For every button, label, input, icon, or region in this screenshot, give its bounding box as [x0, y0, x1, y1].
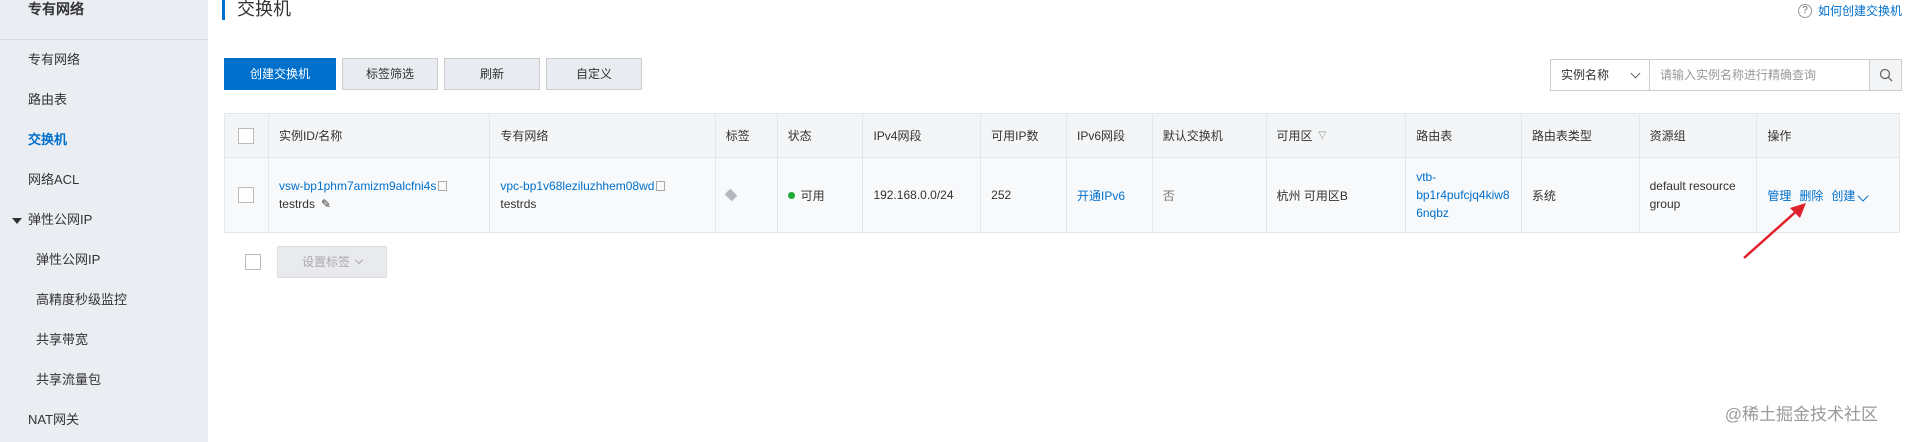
search-field-label: 实例名称: [1561, 68, 1610, 82]
column-header-label: 可用区: [1276, 129, 1313, 143]
sidebar-group-eip[interactable]: 弹性公网IP: [0, 200, 208, 240]
enable-ipv6-link[interactable]: 开通IPv6: [1077, 187, 1125, 204]
copy-icon[interactable]: [656, 181, 666, 192]
select-all-checkbox[interactable]: [238, 127, 255, 144]
row-checkbox[interactable]: [238, 187, 255, 203]
watermark: @稀土掘金技术社区: [1724, 405, 1878, 424]
ipv4-cidr: 192.168.0.0/24: [863, 158, 982, 232]
sidebar-group-label: 弹性公网IP: [28, 212, 93, 227]
instance-id-link[interactable]: vsw-bp1phm7amizm9alcfni4s: [279, 179, 436, 193]
edit-icon[interactable]: ✎: [321, 197, 331, 212]
tag-filter-button[interactable]: 标签筛选: [342, 58, 438, 90]
help-link[interactable]: ? 如何创建交换机: [1797, 2, 1902, 19]
available-ip-count: 252: [981, 158, 1067, 232]
chevron-down-icon: [354, 255, 364, 265]
column-header: 路由表: [1406, 114, 1522, 157]
copy-icon[interactable]: [438, 181, 448, 192]
zone-value: 杭州 可用区B: [1267, 158, 1407, 232]
column-header: 实例ID/名称: [269, 114, 491, 157]
vswitch-table: 实例ID/名称 专有网络 标签 状态 IPv4网段 可用IP数 IPv6网段 默…: [224, 113, 1900, 233]
help-link-label: 如何创建交换机: [1817, 4, 1902, 18]
sidebar-item-vswitch[interactable]: 交换机: [0, 120, 208, 160]
table-header: 实例ID/名称 专有网络 标签 状态 IPv4网段 可用IP数 IPv6网段 默…: [225, 114, 1899, 158]
column-header: 操作: [1767, 129, 1792, 143]
column-header: 专有网络: [490, 114, 716, 157]
status-dot-icon: [787, 191, 795, 199]
default-switch-value: 否: [1153, 158, 1267, 232]
status-text: 可用: [800, 188, 825, 203]
column-header: 默认交换机: [1153, 114, 1267, 157]
main-content: 交换机 ? 如何创建交换机 创建交换机 标签筛选 刷新 自定义 实例名称 请输入…: [208, 0, 1918, 442]
vpc-id-link[interactable]: vpc-bp1v68leziluzhhem08wd: [500, 179, 654, 193]
refresh-button[interactable]: 刷新: [444, 58, 540, 90]
column-header: 标签: [716, 114, 778, 157]
customize-button[interactable]: 自定义: [546, 58, 642, 90]
column-header: 资源组: [1640, 114, 1758, 157]
search-field-select[interactable]: 实例名称: [1550, 59, 1650, 91]
search-button[interactable]: [1870, 59, 1902, 91]
sidebar-item-network-acl[interactable]: 网络ACL: [0, 160, 208, 200]
column-header: 状态: [778, 114, 864, 157]
route-table-link[interactable]: vtb- bp1r4pufcjq4kiw8 6nqbz: [1416, 170, 1509, 221]
tag-icon[interactable]: [724, 188, 738, 202]
sidebar-title: 专有网络: [0, 0, 208, 40]
column-header-zone: 可用区 ▽: [1267, 114, 1407, 157]
toolbar: 创建交换机 标签筛选 刷新 自定义: [224, 58, 642, 90]
create-vswitch-button[interactable]: 创建交换机: [224, 58, 336, 90]
chevron-down-icon: [1857, 189, 1870, 202]
page-title: 交换机: [222, 0, 291, 20]
question-icon: ?: [1797, 3, 1812, 18]
vpc-name: testrds: [500, 196, 537, 211]
column-header: IPv6网段: [1067, 114, 1153, 157]
sidebar-item-vpc[interactable]: 专有网络: [0, 40, 208, 80]
table-row: vsw-bp1phm7amizm9alcfni4s testrds ✎ vpc-b…: [225, 158, 1899, 232]
sidebar-item-shared-bandwidth[interactable]: 共享带宽: [0, 320, 208, 360]
search-icon: [1879, 68, 1892, 82]
column-header: 路由表类型: [1522, 114, 1640, 157]
instance-name: testrds: [278, 196, 315, 211]
filter-icon[interactable]: ▽: [1319, 130, 1327, 141]
sidebar-item-monitoring[interactable]: 高精度秒级监控: [0, 280, 208, 320]
chevron-down-icon: [1630, 68, 1641, 78]
search-bar: 实例名称 请输入实例名称进行精确查询: [1550, 59, 1902, 91]
annotation-arrow-icon: [1743, 203, 1806, 259]
column-header: 可用IP数: [981, 114, 1067, 157]
footer-select-checkbox[interactable]: [245, 254, 261, 270]
search-input[interactable]: 请输入实例名称进行精确查询: [1650, 59, 1870, 91]
sidebar-item-nat-gateway[interactable]: NAT网关: [0, 400, 208, 440]
route-table-type: 系统: [1522, 158, 1640, 232]
sidebar-item-eip[interactable]: 弹性公网IP: [0, 240, 208, 280]
sidebar-item-route-table[interactable]: 路由表: [0, 80, 208, 120]
sidebar: 专有网络 专有网络 路由表 交换机 网络ACL 弹性公网IP 弹性公网IP 高精…: [0, 0, 208, 442]
set-tag-button[interactable]: 设置标签: [277, 246, 388, 278]
table-footer: 设置标签: [245, 246, 388, 278]
resource-group: default resource group: [1649, 178, 1736, 211]
create-dropdown[interactable]: 创建: [1831, 187, 1870, 204]
sidebar-item-shared-traffic[interactable]: 共享流量包: [0, 360, 208, 400]
caret-down-icon: [12, 217, 22, 224]
column-header: IPv4网段: [863, 114, 982, 157]
